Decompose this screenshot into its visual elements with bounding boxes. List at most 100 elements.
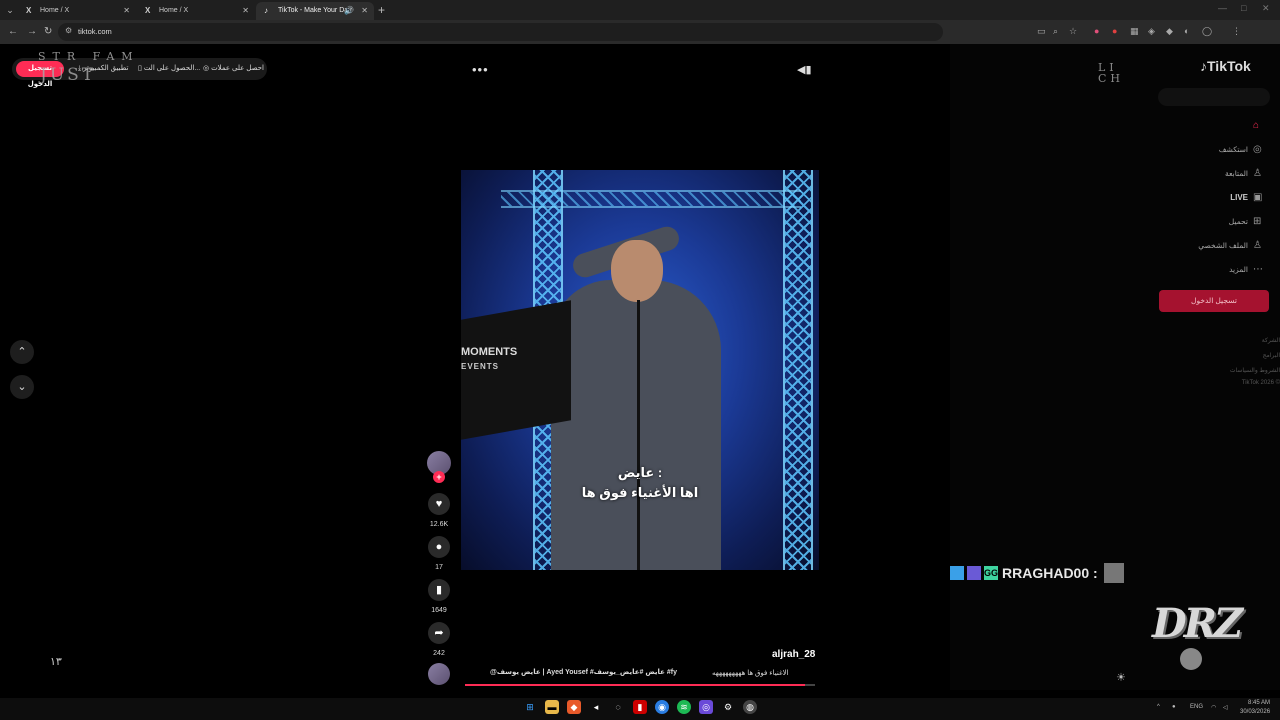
extension-icon[interactable]: ▦ [1130,26,1139,37]
previous-video-button[interactable]: ⌃ [10,340,34,364]
badge-icon [967,566,981,580]
heart-icon: ♥ [435,498,443,510]
spotify-icon[interactable]: ≋ [677,700,691,714]
share-count: 242 [433,650,445,657]
clock-date[interactable]: 30/03/2026 [1240,709,1270,715]
chevron-down-icon: ⌄ [17,381,27,393]
compass-icon: ◎ [1253,144,1262,155]
video-player[interactable]: MOMENTS EVENTS عايض : اها الأغنياء فوق ه… [461,170,819,570]
share-icon: ➦ [434,627,444,639]
obs-icon[interactable]: ◍ [743,700,757,714]
volume-tray-icon[interactable]: ◁ [1223,704,1228,711]
zoom-icon[interactable]: ⌕ [1053,26,1058,37]
app-icon[interactable]: ◌ [611,700,625,714]
get-app-label: الحصول على الت... [143,65,201,72]
save-button[interactable]: ▮ [428,579,450,601]
video-progress-bar[interactable] [465,684,815,686]
wifi-icon[interactable]: ◠ [1211,704,1216,711]
video-subtitle: عايض : [617,465,663,480]
sidebar-login-button[interactable]: تسجيل الدخول [1159,290,1269,312]
upload-icon: ⊞ [1253,216,1262,227]
extension-icon[interactable]: ◐ [1184,26,1189,36]
bookmark-icon: ▮ [435,584,443,596]
video-username[interactable]: aljrah_28 [772,649,815,660]
maximize-icon[interactable]: □ [1241,3,1246,13]
footer-link[interactable]: الشروط والسياسات [1220,367,1280,374]
more-icon: ⋯ [1253,264,1263,275]
mic-icon[interactable]: ● [1172,704,1176,710]
share-button[interactable]: ➦ [428,622,450,644]
profile-icon[interactable]: ◯ [1202,26,1212,37]
site-info-icon[interactable]: ⚙ [65,26,72,35]
new-tab-button[interactable]: + [378,2,385,18]
tab-strip: ⌄ X Home / X ✕ X Home / X ✕ ♪ TikTok - M… [0,0,1280,20]
reload-icon[interactable]: ↻ [44,26,52,38]
language-indicator[interactable]: ENG [1190,704,1203,710]
get-app-link[interactable]: ▯ الحصول على الت... [138,64,200,72]
chevron-up-icon: ⌃ [17,346,27,358]
brave-icon[interactable]: ◆ [567,700,581,714]
tiktok-note-icon: ♪ [1200,58,1207,74]
extension-icon[interactable]: ● [1112,26,1117,36]
video-progress-fill [465,684,805,686]
phone-icon: ▯ [138,65,142,72]
next-video-button[interactable]: ⌄ [10,375,34,399]
cast-icon[interactable]: ▭ [1037,26,1046,37]
close-window-icon[interactable]: ✕ [1262,3,1270,14]
sidebar-item-more[interactable]: المزيد [1150,265,1268,274]
extension-icon[interactable]: ● [1094,26,1099,36]
app-icon[interactable]: ▮ [633,700,647,714]
browser-toolbar: ← → ↻ ⚙ tiktok.com [0,20,1280,44]
more-options-icon[interactable]: ••• [472,62,489,77]
sidebar-item-following[interactable]: المتابعة [1150,169,1268,178]
address-bar[interactable]: ⚙ tiktok.com [58,23,943,41]
save-count: 1649 [431,607,447,614]
discord-icon[interactable]: ◎ [699,700,713,714]
stream-chat-message: GG RRAGHAD00 : [950,563,1124,583]
file-explorer-icon[interactable]: ▬ [545,700,559,714]
sidebar-item-explore[interactable]: استكشف [1150,145,1268,154]
windows-start-icon[interactable]: ⊞ [523,700,537,714]
back-icon[interactable]: ← [8,26,18,38]
tiktok-logo[interactable]: ♪TikTok [1200,58,1251,74]
menu-icon[interactable]: ⋮ [1232,26,1241,37]
forward-icon[interactable]: → [27,26,37,38]
search-input[interactable] [1158,88,1270,106]
video-hashtags[interactable]: @عايض يوسف | Ayed Yousef #عايض #عايض_يوس… [490,668,677,676]
get-coins-link[interactable]: ◎ احصل على عملات [203,64,264,72]
sidebar-item-profile[interactable]: الملف الشخصي [1150,241,1268,250]
home-icon[interactable]: ⌂ [1253,120,1259,131]
tab-home-x-1[interactable]: X Home / X ✕ [18,2,136,20]
speaker-icon[interactable]: 🔊 [344,2,354,20]
app-icon[interactable]: ◂ [589,700,603,714]
volume-icon[interactable]: ◀▮ [797,63,812,76]
clock-time[interactable]: 8:45 AM [1248,700,1270,706]
chat-avatar [1103,563,1124,583]
music-disc-avatar[interactable] [428,663,450,685]
sidebar-item-live[interactable]: LIVE [1150,193,1268,202]
app-icon[interactable]: ⚙ [721,700,735,714]
close-icon[interactable]: ✕ [242,2,249,20]
tab-tiktok[interactable]: ♪ TikTok - Make Your Day 🔊 ✕ [256,2,374,20]
sidebar-item-upload[interactable]: تحميل [1150,217,1268,226]
follow-plus-icon[interactable]: + [433,471,445,483]
comment-icon: ● [435,541,443,553]
url-text: tiktok.com [78,27,112,36]
close-icon[interactable]: ✕ [123,2,130,20]
close-icon[interactable]: ✕ [361,2,368,20]
bookmark-star-icon[interactable]: ☆ [1069,26,1077,37]
tab-home-x-2[interactable]: X Home / X ✕ [137,2,255,20]
tab-search-icon[interactable]: ⌄ [4,4,16,16]
footer-link[interactable]: البرامج [1220,352,1280,359]
live-icon: ▣ [1253,192,1263,203]
comment-button[interactable]: ● [428,536,450,558]
minimize-icon[interactable]: — [1218,3,1227,13]
comment-count: 17 [435,564,443,571]
stream-watermark-logo: STR FAM [38,50,140,63]
tray-chevron-icon[interactable]: ^ [1157,704,1160,710]
footer-link[interactable]: الشركة [1220,337,1280,344]
chrome-icon[interactable]: ◉ [655,700,669,714]
extension-icon[interactable]: ◈ [1148,26,1155,37]
like-button[interactable]: ♥ [428,493,450,515]
extension-icon[interactable]: ◆ [1166,26,1173,37]
